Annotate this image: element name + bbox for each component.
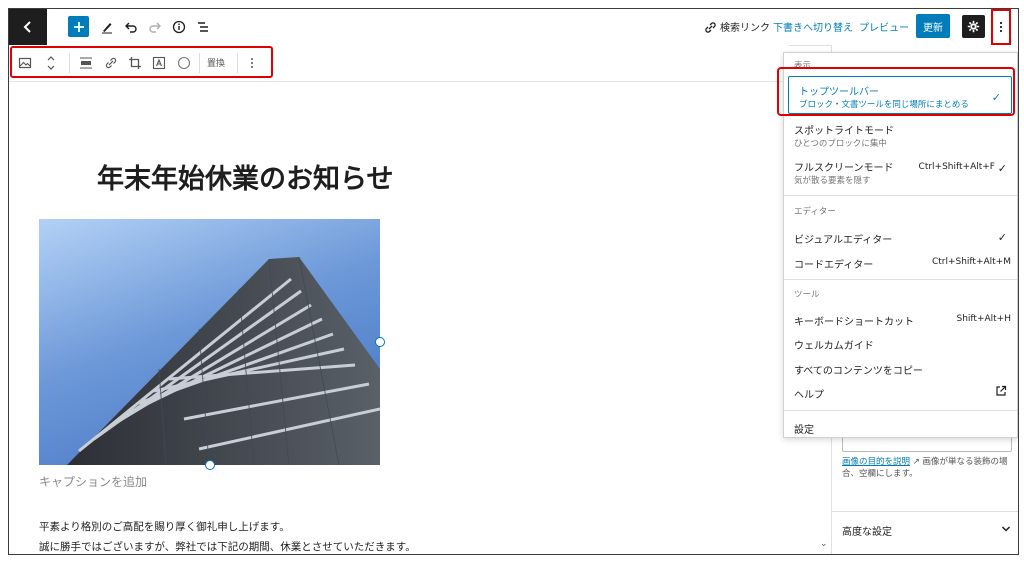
redo-icon xyxy=(149,22,161,33)
resize-handle-right[interactable] xyxy=(375,337,385,347)
align-icon[interactable] xyxy=(78,55,94,71)
menu-item-label: フルスクリーンモード xyxy=(794,163,894,174)
menu-section-editor: エディター xyxy=(794,207,836,217)
top-toolbar: 検索リンク 下書きへ切り替え プレビュー 更新 xyxy=(9,9,1018,46)
menu-item-label: 設定 xyxy=(794,425,814,436)
tools-button[interactable] xyxy=(97,17,117,37)
menu-divider xyxy=(784,195,1017,196)
menu-item-fullscreen-mode[interactable]: フルスクリーンモード 気が散る要素を隠す Ctrl+Shift+Alt+F ✓ xyxy=(784,153,1017,189)
list-view-icon xyxy=(198,22,208,32)
image-icon[interactable] xyxy=(17,55,33,71)
update-button[interactable]: 更新 xyxy=(916,14,950,38)
menu-item-preferences[interactable]: 設定 xyxy=(784,415,1017,439)
menu-item-label: キーボードショートカット xyxy=(794,317,914,328)
menu-item-label: コードエディター xyxy=(794,260,874,271)
link-icon xyxy=(703,17,717,37)
options-menu-button[interactable] xyxy=(991,9,1011,45)
more-vertical-icon[interactable] xyxy=(244,55,260,71)
plus-icon xyxy=(73,21,84,32)
search-link[interactable]: 検索リンク xyxy=(720,19,770,34)
alt-help-link[interactable]: 画像の目的を説明 xyxy=(842,457,910,467)
back-icon xyxy=(23,21,31,33)
more-vertical-icon xyxy=(999,21,1003,33)
editor-window: 検索リンク 下書きへ切り替え プレビュー 更新 置換 年末年始休業のお知らせ キ… xyxy=(8,8,1019,555)
undo-icon xyxy=(125,22,137,33)
building-image[interactable] xyxy=(39,219,380,465)
crop-icon[interactable] xyxy=(127,55,143,71)
scroll-down-icon[interactable]: ⌄ xyxy=(820,539,828,549)
check-icon: ✓ xyxy=(997,162,1007,175)
menu-item-visual-editor[interactable]: ビジュアルエディター ✓ xyxy=(784,225,1017,249)
building-photo xyxy=(67,256,380,465)
move-arrows-icon[interactable] xyxy=(43,55,59,71)
menu-item-spotlight-mode[interactable]: スポットライトモード ひとつのブロックに集中 xyxy=(784,116,1017,152)
menu-item-desc: ひとつのブロックに集中 xyxy=(794,139,887,149)
menu-section-tools: ツール xyxy=(794,290,820,300)
toolbar-divider xyxy=(199,53,200,73)
link-icon[interactable] xyxy=(103,55,119,71)
switch-to-draft-link[interactable]: 下書きへ切り替え xyxy=(773,19,853,34)
paragraph-2[interactable]: 誠に勝手ではございますが、弊社では下記の期間、休業とさせていただきます。 xyxy=(39,539,416,554)
menu-divider xyxy=(784,279,1017,280)
menu-item-shortcut: Ctrl+Shift+Alt+M xyxy=(931,257,1011,267)
undo-button[interactable] xyxy=(121,17,141,37)
toolbar-divider xyxy=(69,53,70,73)
replace-button[interactable]: 置換 xyxy=(207,56,225,69)
toolbar-divider xyxy=(237,53,238,73)
menu-item-code-editor[interactable]: コードエディター Ctrl+Shift+Alt+M xyxy=(784,250,1017,274)
external-link-icon: ↗ xyxy=(912,457,920,467)
add-block-button[interactable] xyxy=(68,16,89,37)
preview-link[interactable]: プレビュー xyxy=(859,19,909,34)
pen-icon xyxy=(102,23,112,34)
menu-item-desc: 気が散る要素を隠す xyxy=(794,176,871,186)
advanced-settings-toggle[interactable]: 高度な設定 xyxy=(832,511,1018,548)
menu-item-label: すべてのコンテンツをコピー xyxy=(794,366,923,377)
menu-item-help[interactable]: ヘルプ xyxy=(784,380,1017,404)
advanced-settings-label: 高度な設定 xyxy=(842,527,892,538)
circle-icon[interactable] xyxy=(176,55,192,71)
menu-item-label: スポットライトモード xyxy=(794,126,894,137)
text-overlay-icon[interactable] xyxy=(151,55,167,71)
details-button[interactable] xyxy=(169,17,189,37)
block-toolbar: 置換 xyxy=(9,45,789,82)
menu-item-copy-all-content[interactable]: すべてのコンテンツをコピー xyxy=(784,356,1017,380)
back-button[interactable] xyxy=(9,9,47,45)
menu-divider xyxy=(784,410,1017,411)
caption-input[interactable]: キャプションを追加 xyxy=(39,473,147,490)
menu-item-label: ヘルプ xyxy=(794,390,824,401)
top-toolbar-highlight xyxy=(777,67,1015,116)
menu-item-welcome-guide[interactable]: ウェルカムガイド xyxy=(784,331,1017,355)
resize-handle-bottom[interactable] xyxy=(205,460,215,470)
menu-item-shortcut: Ctrl+Shift+Alt+F xyxy=(918,162,995,172)
settings-button[interactable] xyxy=(962,15,985,38)
menu-item-label: ビジュアルエディター xyxy=(794,235,893,246)
menu-item-label: ウェルカムガイド xyxy=(794,341,874,352)
info-icon xyxy=(172,20,186,34)
redo-button[interactable] xyxy=(145,17,165,37)
alt-help-text: 画像の目的を説明 ↗ 画像が単なる装飾の場合、空欄にします。 xyxy=(842,456,1012,480)
menu-item-shortcut: Shift+Alt+H xyxy=(956,314,1012,324)
check-icon: ✓ xyxy=(997,231,1007,244)
chevron-down-icon xyxy=(1001,526,1011,532)
list-view-button[interactable] xyxy=(193,17,213,37)
menu-item-keyboard-shortcuts[interactable]: キーボードショートカット Shift+Alt+H xyxy=(784,307,1017,331)
paragraph-1[interactable]: 平素より格別のご高配を賜り厚く御礼申し上げます。 xyxy=(39,519,290,534)
gear-icon xyxy=(967,20,980,33)
post-title[interactable]: 年末年始休業のお知らせ xyxy=(97,157,393,196)
external-link-icon xyxy=(996,385,1007,396)
